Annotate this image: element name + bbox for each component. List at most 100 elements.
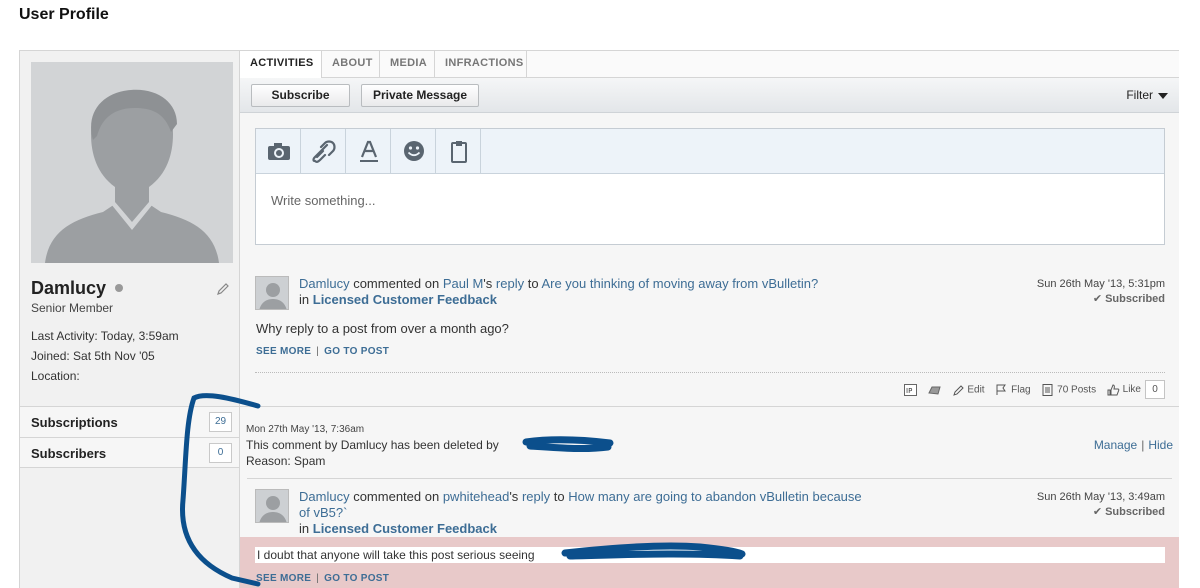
forum-link[interactable]: Licensed Customer Feedback	[313, 521, 497, 536]
like-action[interactable]: Like 0	[1107, 380, 1165, 399]
go-to-post-link[interactable]: GO TO POST	[324, 573, 389, 584]
flag-action[interactable]: Flag	[995, 384, 1031, 396]
svg-text:IP: IP	[906, 387, 912, 395]
camera-icon[interactable]	[256, 129, 301, 174]
profile-sidebar: Damlucy Senior Member Last Activity: Tod…	[20, 51, 240, 588]
deleted-date: Mon 27th May '13, 7:36am	[246, 424, 365, 435]
subscriptions-label: Subscriptions	[31, 415, 118, 430]
reply-link[interactable]: reply	[496, 276, 524, 291]
post-links: SEE MORE | GO TO POST	[256, 573, 390, 584]
thread-title-link-cont[interactable]: of vB5?`	[299, 505, 862, 521]
default-avatar-icon	[31, 62, 233, 263]
post-divider	[255, 372, 1165, 373]
tab-infractions[interactable]: INFRACTIONS	[435, 51, 527, 78]
activity-post: Damlucy commented on pwhitehead's reply …	[255, 489, 1165, 588]
posts-count-label: 70 Posts	[1057, 384, 1097, 396]
location: Location:	[31, 369, 80, 383]
post-avatar[interactable]	[255, 276, 289, 310]
post-header: Damlucy commented on Paul M's reply to A…	[299, 276, 818, 308]
post-date: Sun 26th May '13, 3:49am	[1036, 491, 1165, 503]
possessive-text: 's	[509, 489, 519, 504]
see-more-link[interactable]: SEE MORE	[256, 346, 311, 357]
activity-toolbar: Subscribe Private Message Filter	[240, 78, 1179, 113]
to-text: to	[527, 276, 539, 291]
ip-icon[interactable]: IP	[904, 383, 917, 396]
profile-username: Damlucy	[31, 278, 107, 298]
manage-link[interactable]: Manage	[1094, 438, 1137, 452]
edit-pencil-icon[interactable]	[216, 282, 230, 296]
tab-activities[interactable]: ACTIVITIES	[240, 51, 322, 79]
pencil-icon	[952, 384, 964, 396]
infraction-icon[interactable]	[928, 384, 941, 396]
possessive-text: 's	[483, 276, 493, 291]
post-avatar[interactable]	[255, 489, 289, 523]
subscriptions-row[interactable]: Subscriptions 29	[20, 406, 239, 437]
flag-icon	[996, 384, 1007, 395]
thumbs-up-icon	[1107, 383, 1120, 395]
profile-container: Damlucy Senior Member Last Activity: Tod…	[19, 50, 1179, 588]
filter-label: Filter	[1126, 88, 1153, 102]
post-action-text: commented on	[353, 276, 440, 291]
forum-link[interactable]: Licensed Customer Feedback	[313, 292, 497, 307]
avatar	[31, 62, 233, 263]
private-message-button[interactable]: Private Message	[361, 84, 479, 107]
deleted-text: This comment by Damlucy has been deleted…	[246, 438, 499, 452]
post-actions: IP Edit Flag 70 Posts Like 0	[896, 380, 1165, 399]
see-more-link[interactable]: SEE MORE	[256, 573, 311, 584]
post-author-link[interactable]: Damlucy	[299, 276, 350, 291]
filter-dropdown[interactable]: Filter	[1126, 88, 1168, 102]
caret-down-icon	[1158, 92, 1168, 99]
post-author-link[interactable]: Damlucy	[299, 489, 350, 504]
post-editor: Write something...	[255, 128, 1165, 245]
tab-about[interactable]: ABOUT	[322, 51, 380, 78]
last-activity: Last Activity: Today, 3:59am	[31, 329, 179, 343]
document-icon	[1042, 383, 1053, 396]
target-user-link[interactable]: pwhitehead	[443, 489, 510, 504]
post-divider	[247, 478, 1172, 479]
post-body: Why reply to a post from over a month ag…	[256, 321, 509, 336]
subscribed-status: ✔ Subscribed	[1093, 292, 1165, 305]
thread-title-link[interactable]: How many are going to abandon vBulletin …	[568, 489, 861, 504]
check-icon: ✔	[1092, 293, 1106, 305]
deleted-comment-notice: Mon 27th May '13, 7:36am This comment by…	[240, 406, 1179, 478]
smiley-icon[interactable]	[391, 129, 436, 174]
like-label: Like	[1122, 384, 1141, 396]
post-action-text: commented on	[353, 489, 440, 504]
target-user-link[interactable]: Paul M	[443, 276, 483, 291]
link-icon[interactable]	[301, 129, 346, 174]
edit-action[interactable]: Edit	[952, 384, 985, 396]
subscriptions-count[interactable]: 29	[209, 412, 232, 432]
join-date: Joined: Sat 5th Nov '05	[31, 349, 155, 363]
deleted-actions: Manage | Hide	[1093, 438, 1173, 452]
subscribe-button[interactable]: Subscribe	[251, 84, 350, 107]
subscribed-status: ✔ Subscribed	[1093, 505, 1165, 518]
post-date: Sun 26th May '13, 5:31pm	[1036, 278, 1165, 290]
thread-title-link[interactable]: Are you thinking of moving away from vBu…	[541, 276, 818, 291]
tab-media[interactable]: MEDIA	[380, 51, 435, 78]
edit-label: Edit	[967, 384, 985, 396]
post-body: I doubt that anyone will take this post …	[255, 547, 1165, 563]
subscribed-label: Subscribed	[1105, 506, 1165, 518]
reply-link[interactable]: reply	[522, 489, 550, 504]
offline-status-icon	[115, 284, 123, 292]
hide-link[interactable]: Hide	[1148, 438, 1173, 452]
post-input[interactable]: Write something...	[271, 193, 376, 208]
subscribers-row[interactable]: Subscribers 0	[20, 437, 239, 468]
subscribers-count[interactable]: 0	[209, 443, 232, 463]
go-to-post-link[interactable]: GO TO POST	[324, 346, 389, 357]
post-header: Damlucy commented on pwhitehead's reply …	[299, 489, 862, 537]
post-links: SEE MORE | GO TO POST	[256, 346, 390, 357]
in-text: in	[299, 521, 310, 536]
in-text: in	[299, 292, 310, 307]
to-text: to	[553, 489, 565, 504]
profile-tabs: ACTIVITIES ABOUT MEDIA INFRACTIONS	[240, 51, 1179, 79]
clipboard-icon[interactable]	[436, 129, 481, 174]
user-rank: Senior Member	[31, 301, 114, 315]
subscribers-label: Subscribers	[31, 446, 107, 461]
flag-label: Flag	[1011, 384, 1031, 396]
subscribed-label: Subscribed	[1105, 293, 1165, 305]
check-icon: ✔	[1092, 506, 1106, 518]
like-count: 0	[1145, 380, 1165, 399]
text-format-icon[interactable]	[346, 129, 391, 174]
posts-count-action[interactable]: 70 Posts	[1041, 383, 1097, 396]
